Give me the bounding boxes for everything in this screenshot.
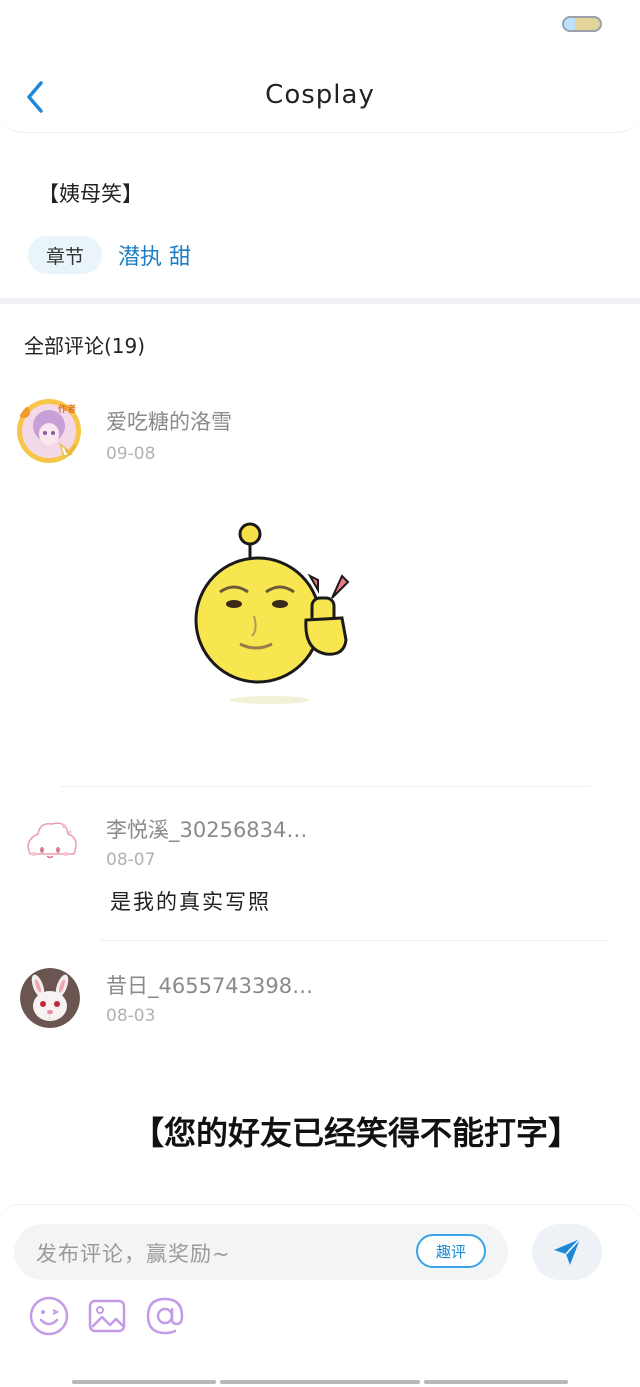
comment-divider	[100, 940, 610, 941]
chapter-quote: 【姨母笑】	[38, 182, 143, 206]
comment-date: 09-08	[106, 444, 156, 464]
header-bar: Cosplay	[0, 0, 640, 133]
comment-text: 是我的真实写照	[110, 890, 271, 914]
comment-divider	[60, 786, 590, 787]
home-indicator	[72, 1380, 216, 1384]
comment-username[interactable]: 爱吃糖的洛雪	[106, 406, 232, 436]
send-button[interactable]	[532, 1224, 602, 1280]
chapter-name-link[interactable]: 潜执 甜	[118, 239, 191, 271]
comment-date: 08-07	[106, 850, 156, 870]
comment-input[interactable]: 发布评论，赢奖励~ 趣评	[14, 1224, 508, 1280]
comment-input-placeholder: 发布评论，赢奖励~	[36, 1242, 231, 1266]
qupin-button[interactable]: 趣评	[416, 1234, 486, 1268]
comment-page: Cosplay 【姨母笑】 章节 潜执 甜 全部评论(19) 作者 爱吃糖的洛雪…	[0, 0, 640, 1387]
image-icon[interactable]	[86, 1295, 128, 1337]
page-title: Cosplay	[265, 80, 375, 110]
meme-caption-image-text: 【您的好友已经笑得不能打字】	[132, 1114, 581, 1152]
home-indicator	[220, 1380, 420, 1384]
comments-count-title: 全部评论(19)	[24, 334, 146, 358]
comment-username[interactable]: 昔日_4655743398…	[106, 970, 313, 1000]
emoji-sticker	[194, 522, 350, 704]
chapter-tags: 章节 潜执 甜	[28, 236, 191, 274]
section-divider	[0, 298, 640, 304]
author-badge: 作者	[58, 405, 77, 415]
home-indicator	[424, 1380, 568, 1384]
comment-username[interactable]: 李悦溪_30256834…	[106, 814, 307, 844]
avatar[interactable]	[20, 968, 80, 1028]
comment-date: 08-03	[106, 1006, 156, 1026]
emoji-icon[interactable]	[28, 1295, 70, 1337]
battery-icon	[562, 16, 602, 32]
send-icon	[554, 1238, 581, 1265]
chapter-tag-pill: 章节	[28, 236, 103, 274]
at-icon[interactable]	[144, 1295, 186, 1337]
avatar[interactable]	[20, 814, 80, 874]
